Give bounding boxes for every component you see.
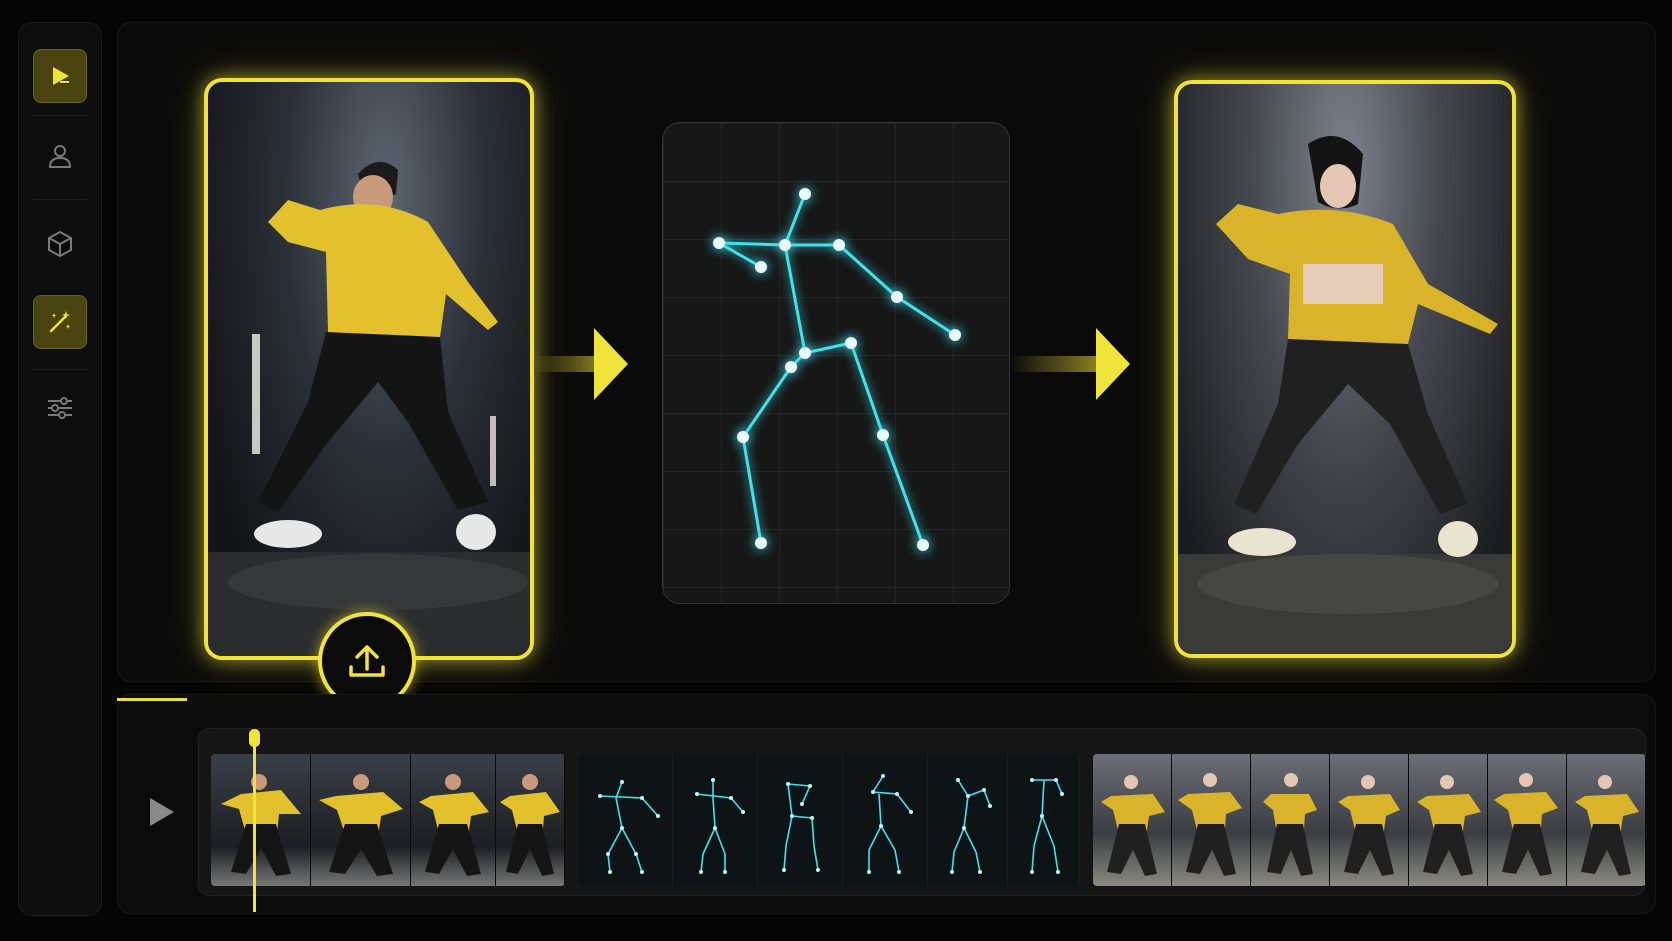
pose-thumbnail-skeleton <box>598 780 660 874</box>
sidebar-divider <box>33 199 87 200</box>
source-frame-thumbnail[interactable] <box>496 754 565 886</box>
result-frame-thumbnail[interactable] <box>1172 754 1251 886</box>
pose-frame-thumbnail[interactable] <box>673 754 758 886</box>
arrow-to-pose-icon <box>532 328 628 400</box>
cube-icon <box>48 231 72 257</box>
source-frame-thumbnail[interactable] <box>411 754 496 886</box>
result-frames-track[interactable] <box>1093 754 1646 886</box>
play-button[interactable] <box>144 794 178 830</box>
dancer-thumbnail-image <box>221 774 301 876</box>
sidebar-item-video[interactable] <box>33 49 87 103</box>
sidebar-divider <box>33 115 87 116</box>
result-video-frame[interactable] <box>1174 80 1516 658</box>
pose-thumbnail-skeleton <box>1030 778 1064 874</box>
pose-thumbnail-skeleton <box>782 782 820 872</box>
result-frame-thumbnail[interactable] <box>1567 754 1646 886</box>
pose-frame-thumbnail[interactable] <box>928 754 1008 886</box>
sidebar-divider <box>33 369 87 370</box>
upload-icon <box>349 645 385 677</box>
character-thumbnail-image <box>1494 773 1558 876</box>
source-frame-thumbnail[interactable] <box>211 754 311 886</box>
magic-wand-icon <box>49 311 71 333</box>
source-video-frame[interactable] <box>204 78 534 660</box>
source-frame-thumbnail[interactable] <box>311 754 411 886</box>
pose-thumbnail-skeleton <box>950 778 992 874</box>
pose-frame-thumbnail[interactable] <box>1008 754 1080 886</box>
pose-frame-thumbnail[interactable] <box>843 754 928 886</box>
character-thumbnail-image <box>1178 773 1242 876</box>
character-thumbnail-image <box>1263 773 1317 876</box>
arrow-to-result-icon <box>1010 328 1130 400</box>
result-frame-thumbnail[interactable] <box>1251 754 1330 886</box>
sidebar-item-generate[interactable] <box>33 295 87 349</box>
sidebar-item-character[interactable] <box>33 129 87 183</box>
pose-thumbnail-skeleton <box>695 778 745 874</box>
pose-frame-thumbnail[interactable] <box>578 754 673 886</box>
source-dancer-image <box>208 161 530 656</box>
character-thumbnail-image <box>1575 775 1639 876</box>
playhead-handle[interactable] <box>249 729 260 747</box>
result-frame-thumbnail[interactable] <box>1409 754 1488 886</box>
source-frames-track[interactable] <box>211 754 565 886</box>
dancer-thumbnail-image <box>419 774 489 876</box>
pose-frames-track[interactable] <box>578 754 1080 886</box>
character-thumbnail-image <box>1417 775 1481 876</box>
play-icon <box>150 798 174 826</box>
timeline-playhead[interactable] <box>253 736 256 912</box>
play-logo-icon <box>53 67 69 85</box>
result-character-image <box>1178 136 1512 654</box>
dancer-thumbnail-image <box>319 774 403 876</box>
sidebar-item-3d[interactable] <box>33 217 87 271</box>
timeline-progress-bar <box>117 698 187 701</box>
sliders-icon <box>48 397 72 419</box>
sidebar-item-settings[interactable] <box>33 381 87 435</box>
pose-skeleton-panel[interactable] <box>662 122 1010 604</box>
pose-frame-thumbnail[interactable] <box>758 754 843 886</box>
result-frame-thumbnail[interactable] <box>1093 754 1172 886</box>
dancer-thumbnail-image <box>500 774 560 876</box>
result-frame-thumbnail[interactable] <box>1488 754 1567 886</box>
user-icon <box>48 145 72 168</box>
pose-skeleton <box>713 188 961 551</box>
character-thumbnail-image <box>1101 775 1165 876</box>
tool-sidebar <box>18 22 102 916</box>
pose-thumbnail-skeleton <box>867 774 913 874</box>
result-frame-thumbnail[interactable] <box>1330 754 1409 886</box>
character-thumbnail-image <box>1338 775 1400 876</box>
